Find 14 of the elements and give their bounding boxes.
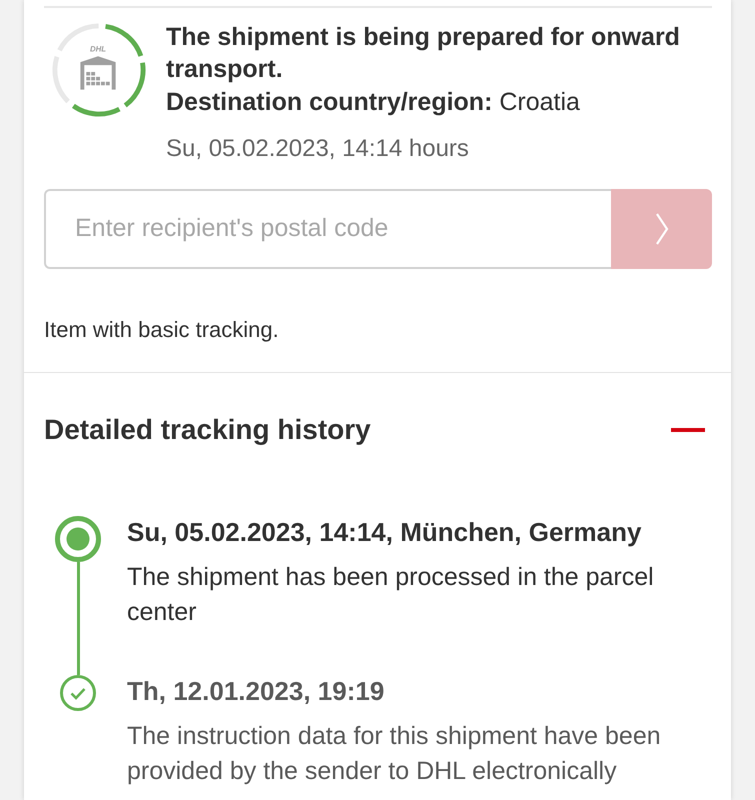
destination-text: Destination country/region: Croatia	[166, 87, 581, 118]
event-heading: Th, 12.01.2023, 19:19	[127, 675, 386, 707]
event-heading: Su, 05.02.2023, 14:14, München, Germany	[127, 516, 642, 548]
tracking-note: Item with basic tracking.	[44, 317, 280, 343]
warehouse-icon	[80, 56, 116, 90]
postal-code-field[interactable]: Enter recipient's postal code	[44, 189, 611, 269]
logo-text: DHL	[90, 44, 106, 54]
status-timestamp: Su, 05.02.2023, 14:14 hours	[166, 134, 470, 164]
section-heading: Detailed tracking history	[44, 413, 371, 447]
collapse-icon[interactable]	[671, 428, 705, 432]
status-title: The shipment is being prepared for onward transport.	[166, 22, 681, 85]
event-description: The shipment has been processed in the parcel center	[127, 562, 655, 628]
event-description: The instruction data for this shipment have been provided by the sender to DHL electronically	[127, 721, 662, 787]
chevron-right-icon	[654, 213, 668, 245]
